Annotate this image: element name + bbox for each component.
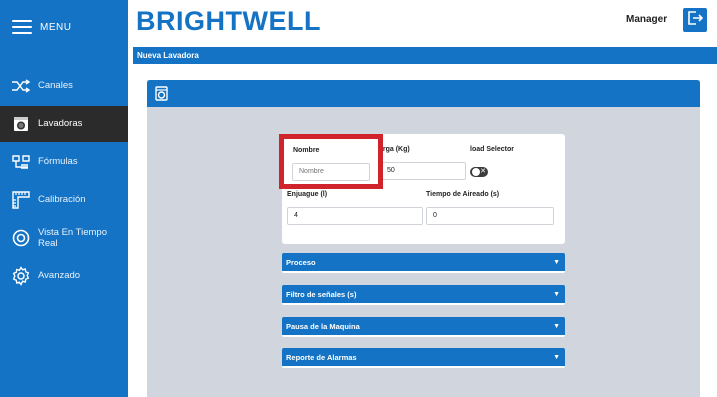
sidebar: MENU Canales Lavadoras Fórmulas Calibrac… xyxy=(0,0,128,397)
sidebar-item-label: Canales xyxy=(38,80,73,92)
section-label: Proceso xyxy=(286,258,316,267)
section-pausa-de-la-maquina[interactable]: Pausa de la Maquina ▼ xyxy=(282,317,565,337)
gear-icon xyxy=(10,265,32,287)
sidebar-item-label: Lavadoras xyxy=(38,118,83,130)
aireado-label: Tiempo de Aireado (s) xyxy=(426,191,500,198)
menu-label: MENU xyxy=(40,21,72,33)
sidebar-item-label: Avanzado xyxy=(38,270,81,282)
menu-toggle[interactable]: MENU xyxy=(12,20,71,34)
section-label: Reporte de Alarmas xyxy=(286,353,357,362)
sidebar-item-avanzado[interactable]: Avanzado xyxy=(0,258,128,294)
hamburger-icon xyxy=(12,20,32,34)
shuffle-icon xyxy=(10,75,32,97)
sidebar-item-canales[interactable]: Canales xyxy=(0,68,128,104)
caret-down-icon: ▼ xyxy=(553,354,560,361)
ruler-icon xyxy=(10,189,32,211)
logout-button[interactable] xyxy=(683,8,707,32)
section-proceso[interactable]: Proceso ▼ xyxy=(282,253,565,273)
section-label: Filtro de señales (s) xyxy=(286,290,357,299)
eye-icon xyxy=(10,227,32,249)
caret-down-icon: ▼ xyxy=(553,259,560,266)
section-filtro-de-senales[interactable]: Filtro de señales (s) ▼ xyxy=(282,285,565,305)
sidebar-item-formulas[interactable]: Fórmulas xyxy=(0,144,128,180)
load-selector-label: load Selector xyxy=(470,146,514,153)
section-reporte-de-alarmas[interactable]: Reporte de Alarmas ▼ xyxy=(282,348,565,368)
sidebar-item-lavadoras[interactable]: Lavadoras xyxy=(0,106,128,142)
aireado-input[interactable] xyxy=(426,207,554,225)
user-name: Manager xyxy=(626,14,668,25)
toggle-knob xyxy=(472,168,480,176)
carga-label: arga (Kg) xyxy=(379,146,410,153)
caret-down-icon: ▼ xyxy=(553,323,560,330)
sidebar-item-label: Vista En Tiempo Real xyxy=(38,226,108,249)
page-title: Nueva Lavadora xyxy=(133,47,717,64)
washer-icon xyxy=(155,86,168,106)
panel-header xyxy=(147,80,700,107)
logout-icon xyxy=(687,10,704,31)
sidebar-item-label: Calibración xyxy=(38,194,86,206)
sidebar-item-calibracion[interactable]: Calibración xyxy=(0,182,128,218)
content-area: arga (Kg) load Selector ✕ Enjuague (l) T… xyxy=(147,80,700,397)
sidebar-item-vista-en-tiempo-real[interactable]: Vista En Tiempo Real xyxy=(0,220,128,256)
sidebar-nav: Canales Lavadoras Fórmulas Calibración V… xyxy=(0,68,128,296)
caret-down-icon: ▼ xyxy=(553,291,560,298)
nombre-label: Nombre xyxy=(293,147,320,154)
brand-logo: BRIGHTWELL xyxy=(136,6,321,36)
load-selector-toggle[interactable]: ✕ xyxy=(470,167,488,177)
sidebar-item-label: Fórmulas xyxy=(38,156,78,168)
nombre-highlight-box: Nombre xyxy=(279,134,383,189)
enjuague-label: Enjuague (l) xyxy=(287,191,328,198)
carga-input[interactable] xyxy=(380,162,466,180)
nombre-input[interactable] xyxy=(292,163,370,181)
toggle-off-icon: ✕ xyxy=(480,168,486,175)
formula-icon xyxy=(10,151,32,173)
washer-icon xyxy=(10,113,32,135)
section-label: Pausa de la Maquina xyxy=(286,322,360,331)
enjuague-input[interactable] xyxy=(287,207,423,225)
